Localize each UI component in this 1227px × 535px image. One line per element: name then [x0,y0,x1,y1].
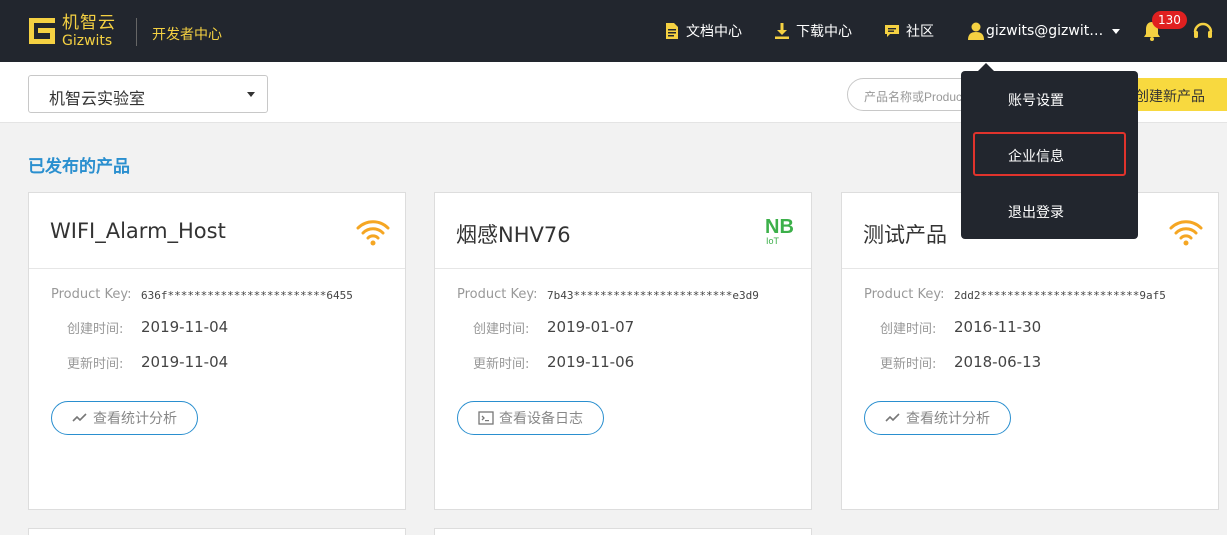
logo-divider [136,18,137,46]
nav-download[interactable]: 下载中心 [774,21,852,41]
updated-value: 2019-11-04 [141,353,229,371]
created-value: 2019-01-07 [547,318,635,336]
card-header: 烟感NHV76 NB IoT [435,193,811,269]
view-device-log-button[interactable]: 查看设备日志 [457,401,604,435]
menu-item-logout[interactable]: 退出登录 [961,190,1138,232]
menu-item-account-settings[interactable]: 账号设置 [961,78,1138,120]
created-label: 创建时间: [880,322,937,337]
user-email: gizwits@gizwits.com [986,23,1106,39]
product-name: 烟感NHV76 [456,223,571,247]
card-header: WIFI_Alarm_Host [29,193,405,269]
logo-mark-icon [28,15,58,47]
view-device-log-label: 查看设备日志 [499,411,583,427]
product-key-label: Product Key: [864,287,945,302]
nav-community[interactable]: 社区 [884,21,934,41]
trend-icon [72,411,88,425]
created-value: 2019-11-04 [141,318,229,336]
created-label: 创建时间: [473,322,530,337]
created-value: 2016-11-30 [954,318,1042,336]
product-card-peek [28,528,406,535]
terminal-icon [478,411,494,425]
developer-center-link[interactable]: 开发者中心 [152,24,222,44]
updated-label: 更新时间: [880,357,937,372]
section-title: 已发布的产品 [28,157,130,177]
product-key-value: 2dd2************************9af5 [954,289,1166,302]
user-icon [968,22,984,40]
nav-docs-label: 文档中心 [686,24,742,40]
product-card[interactable]: WIFI_Alarm_Host Product Key: 636f*******… [28,192,406,510]
wifi-icon [355,217,391,247]
workspace-select-value: 机智云实验室 [49,89,146,108]
chat-icon [884,23,900,39]
download-icon [774,23,790,39]
view-statistics-label: 查看统计分析 [93,411,177,427]
wifi-icon [1168,217,1204,247]
product-key-label: Product Key: [51,287,132,302]
notification-badge: 130 [1152,11,1187,29]
chevron-down-icon [1112,28,1120,34]
nb-iot-icon: NB IoT [761,217,797,247]
product-card-peek [434,528,812,535]
nb-icon-top: NB [765,216,794,238]
nav-download-label: 下载中心 [796,24,852,40]
workspace-select[interactable]: 机智云实验室 [28,75,268,113]
user-dropdown-menu: 账号设置 企业信息 退出登录 [961,71,1138,239]
document-icon [664,23,680,39]
view-statistics-button[interactable]: 查看统计分析 [864,401,1011,435]
product-name: WIFI_Alarm_Host [50,219,226,243]
updated-label: 更新时间: [473,357,530,372]
dropdown-arrow [978,63,994,71]
product-name: 测试产品 [863,223,947,247]
caret-down-icon [247,92,255,97]
logo-en-text: Gizwits [62,32,113,49]
trend-icon [885,411,901,425]
logo-cn-text: 机智云 [62,12,116,33]
updated-value: 2019-11-06 [547,353,635,371]
user-menu-toggle[interactable]: gizwits@gizwits.com [968,21,1120,41]
gizwits-logo[interactable]: 机智云 Gizwits [28,12,120,50]
top-navbar: 机智云 Gizwits 开发者中心 文档中心 下载中心 社区 gizwits@g… [0,0,1227,62]
created-label: 创建时间: [67,322,124,337]
product-key-value: 7b43************************e3d9 [547,289,759,302]
product-card[interactable]: 测试产品 Product Key: 2dd2******************… [841,192,1219,510]
updated-label: 更新时间: [67,357,124,372]
nb-icon-bottom: IoT [766,236,780,246]
headset-icon[interactable] [1193,21,1213,41]
product-card[interactable]: 烟感NHV76 NB IoT Product Key: 7b43********… [434,192,812,510]
product-key-label: Product Key: [457,287,538,302]
nav-community-label: 社区 [906,24,934,40]
nav-docs[interactable]: 文档中心 [664,21,742,41]
menu-item-company-info[interactable]: 企业信息 [973,132,1126,176]
product-key-value: 636f************************6455 [141,289,353,302]
view-statistics-label: 查看统计分析 [906,411,990,427]
view-statistics-button[interactable]: 查看统计分析 [51,401,198,435]
updated-value: 2018-06-13 [954,353,1042,371]
